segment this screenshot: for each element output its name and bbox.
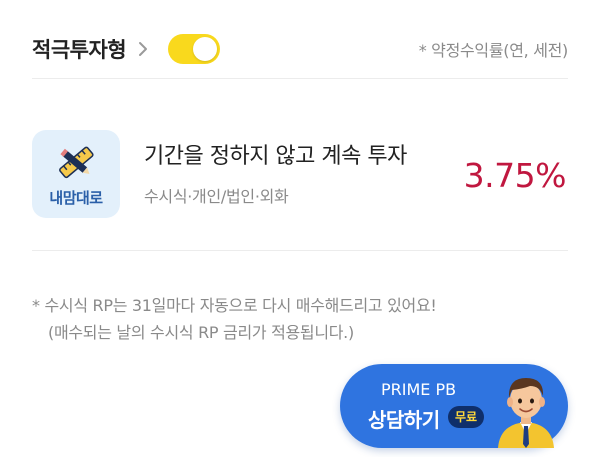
footnote: * 수시식 RP는 31일마다 자동으로 다시 매수해드리고 있어요! (매수되… [32, 292, 570, 346]
toggle-knob [193, 37, 218, 61]
rate-note: * 약정수익률(연, 세전) [418, 41, 569, 60]
ruler-pencil-icon [59, 146, 94, 179]
free-badge: 무료 [448, 406, 485, 428]
advisor-avatar-icon [498, 378, 554, 448]
product-title: 기간을 정하지 않고 계속 투자 [144, 144, 407, 169]
footnote-line-2: (매수되는 날의 수시식 RP 금리가 적용됩니다.) [48, 323, 354, 342]
product-item[interactable]: 내맘대로 기간을 정하지 않고 계속 투자 수시식·개인/법인·외화 3.75% [32, 110, 568, 251]
product-rate: 3.75% [463, 156, 567, 195]
investment-type-toggle[interactable] [168, 34, 221, 64]
footnote-line-1: * 수시식 RP는 31일마다 자동으로 다시 매수해드리고 있어요! [32, 296, 437, 315]
chevron-right-icon[interactable] [138, 41, 150, 57]
investment-type-header: 적극투자형 * 약정수익률(연, 세전) [32, 20, 568, 79]
product-icon: 내맘대로 [32, 130, 120, 218]
prime-pb-consult-button[interactable]: PRIME PB 상담하기 무료 [340, 364, 568, 448]
product-icon-label: 내맘대로 [49, 189, 103, 207]
investment-type-label[interactable]: 적극투자형 [32, 34, 127, 64]
page: 적극투자형 * 약정수익률(연, 세전) 내맘대로 기간을 정하지 않고 계속 … [0, 0, 600, 457]
product-subtitle: 수시식·개인/법인·외화 [144, 187, 289, 206]
consult-label: 상담하기 [368, 408, 440, 432]
consult-title: PRIME PB [381, 380, 457, 399]
